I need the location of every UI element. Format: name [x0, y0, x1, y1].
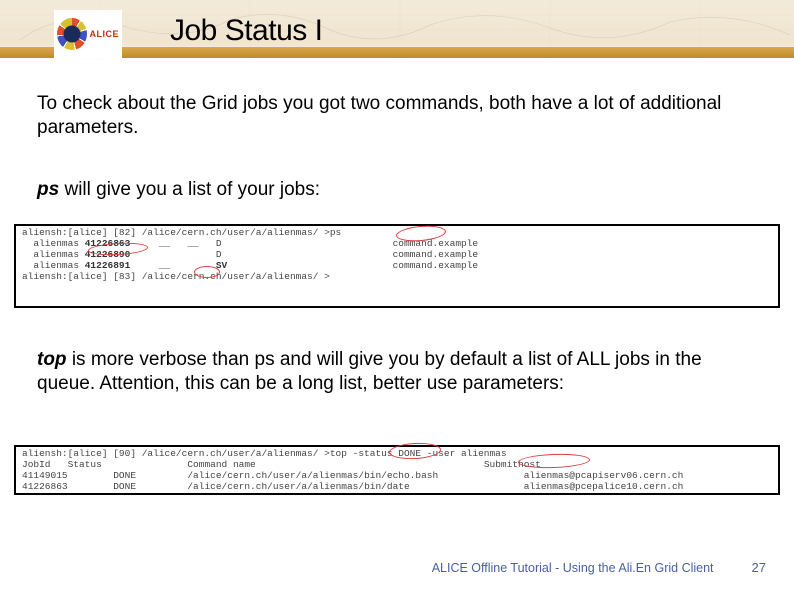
annotation-circle-sv	[194, 266, 220, 278]
ps-paragraph-wrap: ps will give you a list of your jobs:	[37, 178, 759, 202]
alice-logo: ALICE	[54, 10, 122, 58]
page-number: 27	[752, 560, 766, 575]
footer-text: ALICE Offline Tutorial - Using the Ali.E…	[432, 561, 714, 575]
top-command-label: top	[37, 349, 67, 370]
slide-footer: ALICE Offline Tutorial - Using the Ali.E…	[0, 560, 794, 575]
annotation-circle-submithost	[518, 453, 590, 470]
top-paragraph: top is more verbose than ps and will giv…	[37, 348, 759, 397]
ps-terminal-text: aliensh:[alice] [82] /alice/cern.ch/user…	[16, 226, 778, 306]
alice-logo-disc-icon	[57, 18, 87, 50]
alice-logo-text: ALICE	[90, 29, 120, 39]
top-terminal-text: aliensh:[alice] [90] /alice/cern.ch/user…	[16, 447, 778, 493]
top-terminal-output: aliensh:[alice] [90] /alice/cern.ch/user…	[14, 445, 780, 495]
top-description: is more verbose than ps and will give yo…	[37, 349, 702, 394]
intro-paragraph-wrap: To check about the Grid jobs you got two…	[37, 92, 759, 141]
top-paragraph-wrap: top is more verbose than ps and will giv…	[37, 348, 759, 397]
ps-description: will give you a list of your jobs:	[59, 179, 320, 200]
intro-paragraph: To check about the Grid jobs you got two…	[37, 92, 759, 141]
ps-paragraph: ps will give you a list of your jobs:	[37, 178, 759, 202]
ps-command-label: ps	[37, 179, 59, 200]
ps-terminal-output: aliensh:[alice] [82] /alice/cern.ch/user…	[14, 224, 780, 308]
slide-title: Job Status I	[170, 14, 322, 48]
